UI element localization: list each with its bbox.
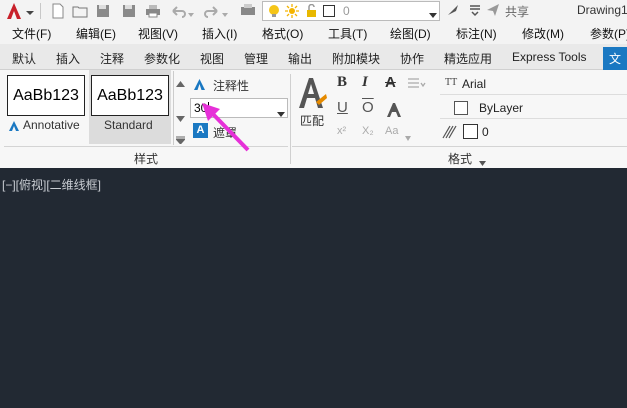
save-as-icon[interactable]: [121, 3, 137, 19]
gallery-down-icon[interactable]: [176, 111, 185, 122]
paragraph-options-icon[interactable]: [407, 76, 427, 92]
text-height-dropdown-icon: [277, 106, 285, 117]
font-name: Arial: [462, 77, 487, 91]
style-gallery-scroller: [173, 71, 187, 145]
menu-draw[interactable]: 绘图(D): [390, 25, 431, 42]
undo-icon[interactable]: [170, 3, 186, 19]
share-button-label[interactable]: 共享: [505, 3, 529, 20]
underline-button[interactable]: U: [337, 99, 348, 116]
tab-annotate[interactable]: 注释: [100, 50, 124, 67]
layer-name: 0: [343, 4, 350, 18]
panel-divider: [290, 74, 291, 164]
background-mask-dropdown[interactable]: 0: [440, 121, 627, 143]
plot-icon[interactable]: [240, 3, 256, 19]
oblique-angle-value: 0: [482, 125, 489, 139]
text-color-value: ByLayer: [479, 101, 524, 115]
tab-addins[interactable]: 附加模块: [332, 50, 380, 67]
lightbulb-icon: [267, 4, 281, 18]
save-icon[interactable]: [95, 3, 111, 19]
menu-edit[interactable]: 编辑(E): [76, 25, 116, 42]
sun-icon: [285, 4, 299, 18]
menu-insert[interactable]: 插入(I): [202, 25, 237, 42]
change-case-button[interactable]: Aa: [385, 125, 398, 137]
viewport-controls-label[interactable]: [−][俯视][二维线框]: [2, 176, 101, 193]
tab-home[interactable]: 默认: [12, 50, 36, 67]
mask-color-swatch: [463, 124, 478, 139]
tab-output[interactable]: 输出: [288, 50, 312, 67]
menu-dimension[interactable]: 标注(N): [456, 25, 497, 42]
truetype-font-icon: TT: [445, 77, 458, 88]
match-format-icon[interactable]: [296, 74, 328, 112]
format-panel-title: 格式: [448, 152, 473, 166]
menu-modify[interactable]: 修改(M): [522, 25, 564, 42]
tab-parametric[interactable]: 参数化: [144, 50, 180, 67]
customize-qat-icon[interactable]: [468, 3, 482, 17]
unlock-icon: [304, 3, 318, 18]
tab-insert[interactable]: 插入: [56, 50, 80, 67]
style-name-standard[interactable]: Standard: [104, 118, 153, 132]
ribbon-panel: AaBb123 Annotative AaBb123 Standard 注释性 …: [0, 70, 627, 168]
bold-button[interactable]: B: [337, 74, 347, 91]
annotative-toggle-icon: [193, 78, 206, 91]
match-properties-icon[interactable]: [446, 3, 460, 17]
change-case-dropdown-icon[interactable]: [405, 130, 411, 141]
menu-tools[interactable]: 工具(T): [328, 25, 367, 42]
app-logo-icon[interactable]: [4, 1, 24, 21]
font-dropdown[interactable]: TT Arial: [440, 73, 627, 95]
tab-manage[interactable]: 管理: [244, 50, 268, 67]
layer-color-swatch: [323, 5, 335, 17]
bylayer-swatch: [454, 101, 468, 115]
new-file-icon[interactable]: [50, 3, 66, 19]
redo-icon[interactable]: [204, 3, 220, 19]
tab-view[interactable]: 视图: [200, 50, 224, 67]
superscript-button[interactable]: x²: [337, 125, 346, 137]
menu-view[interactable]: 视图(V): [138, 25, 178, 42]
print-icon[interactable]: [145, 3, 161, 19]
style-preview-standard[interactable]: AaBb123: [91, 75, 169, 116]
strikethrough-button[interactable]: A: [385, 74, 396, 91]
match-format-label[interactable]: 匹配: [300, 112, 324, 129]
app-menu-chevron-icon[interactable]: [26, 6, 34, 15]
format-panel-footer-divider: [292, 146, 627, 147]
window-title: Drawing1: [577, 3, 627, 17]
overline-button[interactable]: O: [362, 99, 374, 116]
annotative-button-label[interactable]: 注释性: [213, 77, 249, 94]
text-color-dropdown[interactable]: ByLayer: [440, 97, 627, 119]
annotation-arrow-icon: [200, 101, 256, 157]
italic-button[interactable]: I: [362, 74, 368, 91]
menu-parametric[interactable]: 参数(P): [590, 25, 627, 42]
format-panel-expand-icon[interactable]: [479, 155, 486, 166]
redo-dropdown-icon[interactable]: [222, 7, 228, 17]
menu-file[interactable]: 文件(F): [12, 25, 51, 42]
text-color-icon[interactable]: [385, 101, 403, 119]
style-name-annotative[interactable]: Annotative: [23, 118, 80, 132]
style-preview-annotative[interactable]: AaBb123: [7, 75, 85, 116]
divider: [40, 3, 41, 19]
tab-featured-apps[interactable]: 精选应用: [444, 50, 492, 67]
gallery-expand-icon[interactable]: [174, 133, 187, 145]
menu-format[interactable]: 格式(O): [262, 25, 303, 42]
quick-access-toolbar: 0 共享 Drawing1: [0, 0, 627, 22]
annotative-icon: [8, 120, 20, 132]
share-icon[interactable]: [486, 3, 500, 17]
tab-express-tools[interactable]: Express Tools: [512, 50, 586, 64]
style-panel-title: 样式: [134, 152, 159, 166]
layer-dropdown[interactable]: 0: [262, 1, 440, 21]
subscript-button[interactable]: X₂: [362, 125, 374, 137]
menu-bar: 文件(F) 编辑(E) 视图(V) 插入(I) 格式(O) 工具(T) 绘图(D…: [0, 22, 627, 44]
oblique-angle-icon: [442, 125, 458, 139]
gallery-up-icon[interactable]: [176, 76, 185, 87]
drawing-canvas[interactable]: [0, 168, 627, 408]
layer-dropdown-chevron-icon: [429, 8, 437, 18]
tab-collaborate[interactable]: 协作: [400, 50, 424, 67]
undo-dropdown-icon[interactable]: [188, 7, 194, 17]
tab-text-editor[interactable]: 文: [603, 47, 627, 70]
ribbon-tab-bar: 默认 插入 注释 参数化 视图 管理 输出 附加模块 协作 精选应用 Expre…: [0, 44, 627, 70]
open-folder-icon[interactable]: [72, 3, 88, 19]
